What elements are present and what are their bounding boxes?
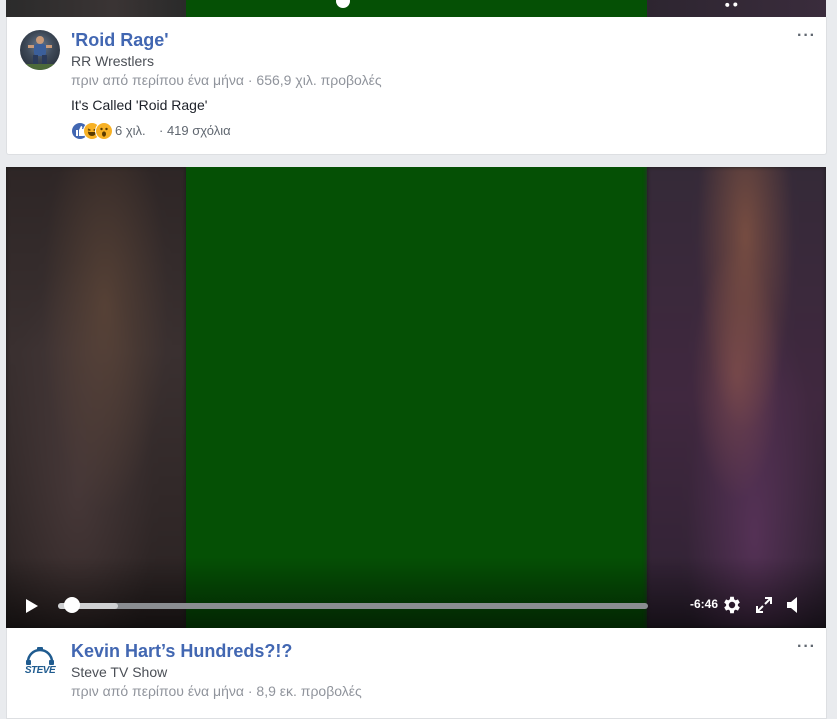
reactions-count: 6 χιλ.: [115, 123, 146, 138]
wow-reaction-icon: [95, 122, 113, 140]
avatar-logo-text: STEVE: [24, 665, 56, 676]
comments-count-link[interactable]: · 419 σχόλια: [159, 123, 231, 138]
play-button[interactable]: [22, 597, 40, 615]
post-meta: πριν από περίπου ένα μήνα · 656,9 χιλ. π…: [71, 72, 382, 88]
video-blurred-left: [6, 0, 186, 17]
settings-gear-icon[interactable]: [721, 594, 743, 616]
page-avatar[interactable]: STEVE: [20, 638, 60, 678]
time-remaining: -6:46: [689, 597, 718, 611]
wrestler-avatar-image: [20, 36, 60, 70]
more-options-button[interactable]: ···: [797, 27, 816, 45]
progress-scrubber[interactable]: [64, 597, 80, 613]
post-title-link[interactable]: Kevin Hart’s Hundreds?!?: [71, 641, 292, 662]
post-meta: πριν από περίπου ένα μήνα · 8,9 εκ. προβ…: [71, 683, 362, 699]
post-card: 'Roid Rage' RR Wrestlers πριν από περίπο…: [6, 17, 827, 155]
more-options-button[interactable]: ···: [797, 638, 816, 656]
previous-video-player[interactable]: [6, 0, 826, 17]
post-description: It's Called 'Roid Rage': [71, 97, 208, 113]
video-frame: [186, 0, 647, 17]
post-title-link[interactable]: 'Roid Rage': [71, 30, 169, 51]
volume-icon[interactable]: [784, 594, 806, 616]
page-name-link[interactable]: Steve TV Show: [71, 664, 167, 680]
page-name-link[interactable]: RR Wrestlers: [71, 53, 154, 69]
controls-gradient: [6, 557, 826, 628]
video-player[interactable]: -6:46: [6, 167, 826, 628]
progress-bar[interactable]: [58, 603, 648, 609]
page-avatar[interactable]: [20, 30, 60, 70]
fullscreen-icon[interactable]: [754, 595, 776, 617]
post-card: STEVE Kevin Hart’s Hundreds?!? Steve TV …: [6, 628, 827, 719]
play-icon: [26, 599, 38, 613]
